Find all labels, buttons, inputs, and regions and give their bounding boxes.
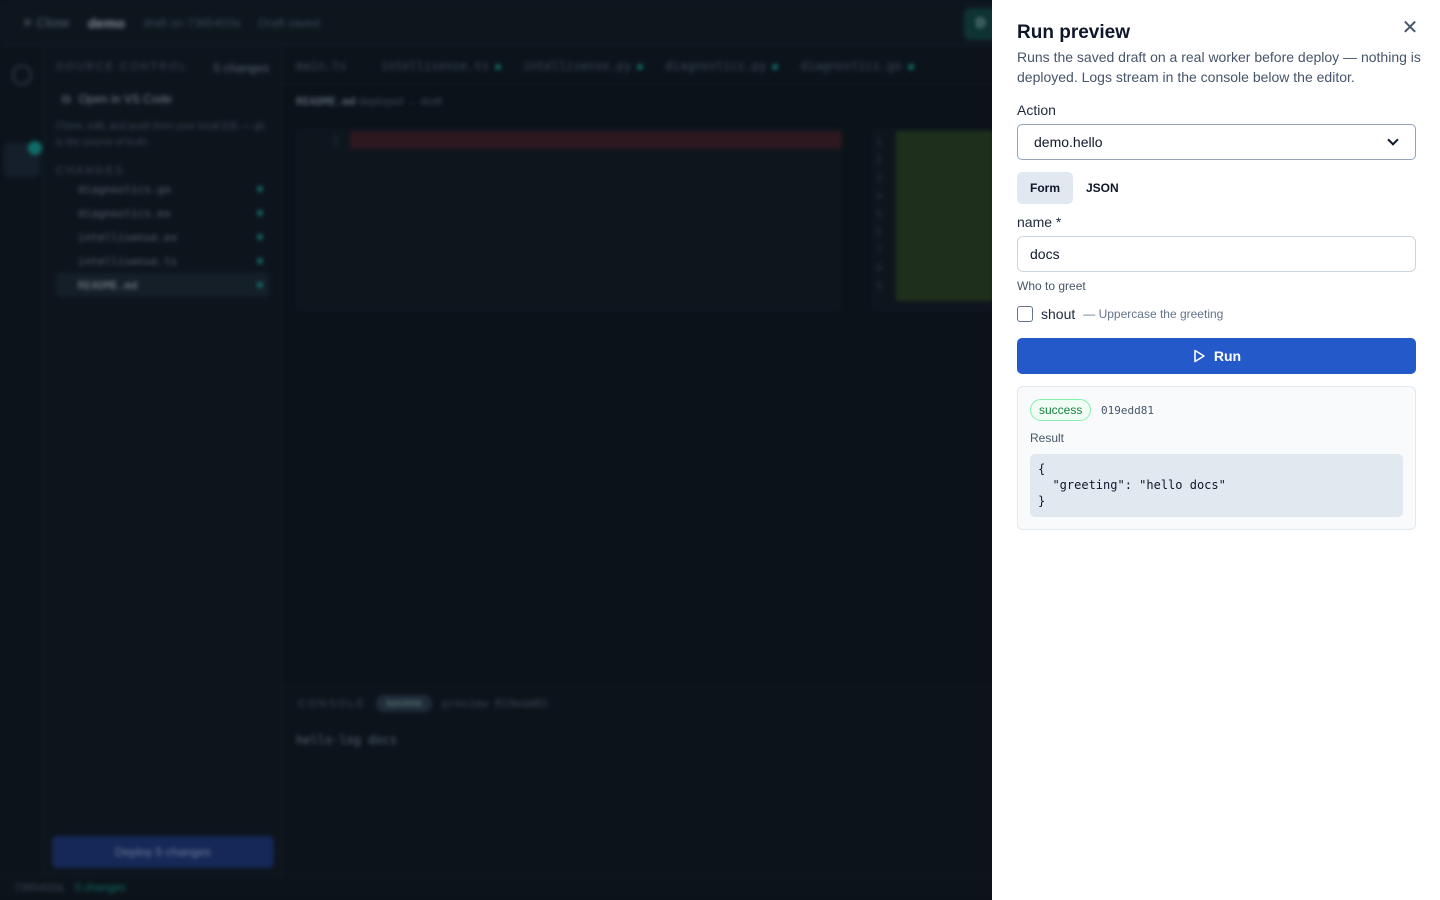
deploy-changes-button[interactable]: Deploy 5 changes — [52, 836, 274, 868]
close-icon[interactable]: ✕ — [1400, 18, 1420, 38]
line-number: 6 — [876, 227, 883, 238]
line-number: 1 — [876, 137, 883, 148]
file-name: intellisense.ts — [78, 254, 178, 268]
name-input[interactable]: docs — [1017, 236, 1416, 272]
modified-dot — [907, 63, 914, 70]
console-panel: CONSOLE success preview 019edd81 hello·l… — [282, 684, 1002, 875]
changes-count-dot — [28, 141, 42, 155]
chevron-down-icon — [1387, 134, 1399, 146]
tab-label: intellisense.py — [522, 58, 632, 73]
line-number: 8 — [876, 263, 883, 274]
tab-label: diagnostics.go — [800, 58, 902, 73]
project-name: demo — [87, 14, 126, 31]
saved-status: Draft saved — [258, 15, 320, 30]
branch-commit: 7365403a — [14, 882, 63, 894]
changed-file-selected[interactable]: README.md — [56, 273, 269, 297]
play-icon — [1194, 349, 1205, 363]
line-number: 7 — [876, 245, 883, 256]
open-vscode-label: Open in VS Code — [78, 92, 172, 106]
shout-option: shout — Uppercase the greeting — [1017, 306, 1223, 322]
drawer-description: Runs the saved draft on a real worker be… — [1017, 49, 1421, 85]
modified-dot — [772, 63, 779, 70]
result-card: success 019edd81 Result { "greeting": "h… — [1017, 386, 1416, 530]
name-field-label: name * — [1017, 214, 1062, 230]
line-numbers: 1 2 3 4 5 6 7 8 9 — [876, 134, 882, 296]
modified-dot — [257, 234, 263, 240]
added-lines — [896, 131, 994, 301]
modified-dot — [257, 258, 263, 264]
editor-tab[interactable]: intellisense.py — [509, 59, 651, 73]
editor-tab[interactable]: diagnostics.go — [786, 59, 921, 73]
breadcrumb-meta: deployed → draft — [358, 96, 443, 108]
changed-file[interactable]: diagnostics.go — [56, 177, 269, 201]
shout-description: — Uppercase the greeting — [1083, 307, 1224, 321]
tab-form[interactable]: Form — [1017, 172, 1073, 204]
modified-dot — [494, 63, 501, 70]
changes-header: CHANGES — [56, 165, 125, 177]
ide-hint: Clone, edit, and push from your local ID… — [56, 121, 265, 148]
line-number: 2 — [876, 155, 883, 166]
status-changes: 5 changes — [74, 882, 126, 894]
changed-file[interactable]: diagnostics.ex — [56, 201, 269, 225]
line-number: 4 — [876, 191, 883, 202]
console-run-ref: preview 019edd81 — [441, 697, 548, 710]
activity-bar — [0, 47, 44, 875]
open-in-vscode-link[interactable]: ⧉ Open in VS Code — [56, 87, 269, 111]
draft-info: draft on 7365403a — [143, 15, 241, 30]
diff-editor-modified[interactable]: 1 2 3 4 5 6 7 8 9 — [872, 128, 994, 312]
run-label: Run — [1213, 348, 1242, 364]
editor-tab[interactable]: main.ts — [282, 59, 367, 73]
console-log-line: hello·log docs — [296, 733, 398, 747]
modified-dot — [257, 210, 263, 216]
modified-dot — [257, 282, 263, 288]
source-control-panel: SOURCE CONTROL 5 changes ⧉ Open in VS Code… — [44, 47, 282, 875]
tab-json[interactable]: JSON — [1073, 172, 1132, 204]
line-number: 5 — [876, 209, 883, 220]
breadcrumb: README.md deployed → draft — [296, 95, 442, 108]
tab-label: diagnostics.py — [665, 58, 767, 73]
file-name: intellisense.ex — [78, 230, 178, 244]
line-number: 3 — [876, 173, 883, 184]
close-editor-button[interactable]: ✕ Close — [22, 15, 70, 31]
modified-dot — [637, 63, 644, 70]
result-json: { "greeting": "hello docs" } — [1030, 454, 1403, 517]
external-link-icon: ⧉ — [62, 91, 71, 106]
drawer-title: Run preview — [1017, 22, 1130, 43]
diff-editor-original[interactable]: 1 — [296, 128, 842, 312]
console-status-badge: success — [375, 695, 432, 712]
explorer-icon[interactable] — [12, 65, 32, 85]
panel-header: SOURCE CONTROL — [56, 61, 188, 73]
run-preview-drawer: Run preview ✕ Runs the saved draft on a … — [992, 0, 1440, 900]
editor-tab[interactable]: intellisense.ts — [367, 59, 509, 73]
changes-count: 5 changes — [213, 61, 269, 75]
line-number: 9 — [876, 281, 883, 292]
changed-file[interactable]: intellisense.ts — [56, 249, 269, 273]
shout-label: shout — [1041, 306, 1076, 322]
line-number: 1 — [332, 134, 339, 147]
run-button[interactable]: Run — [1017, 338, 1416, 374]
editor-tabs: main.ts intellisense.ts intellisense.py … — [282, 47, 1002, 85]
status-badge: success — [1030, 399, 1092, 421]
action-label: Action — [1017, 102, 1056, 118]
action-select-value: demo.hello — [1034, 134, 1103, 150]
deleted-line — [350, 131, 842, 149]
run-id: 019edd81 — [1101, 404, 1154, 417]
file-name: diagnostics.go — [78, 182, 171, 196]
name-field-help: Who to greet — [1017, 279, 1086, 293]
action-select[interactable]: demo.hello — [1017, 124, 1416, 160]
console-title: CONSOLE — [298, 697, 366, 710]
breadcrumb-file: README.md — [296, 95, 356, 108]
file-name: README.md — [78, 278, 138, 292]
result-label: Result — [1030, 431, 1065, 445]
editor-tab[interactable]: diagnostics.py — [651, 59, 786, 73]
file-name: diagnostics.ex — [78, 206, 171, 220]
changed-file[interactable]: intellisense.ex — [56, 225, 269, 249]
status-bar: 7365403a 5 changes — [0, 875, 1002, 900]
shout-checkbox[interactable] — [1017, 306, 1033, 322]
modified-dot — [257, 186, 263, 192]
tab-label: intellisense.ts — [380, 58, 489, 73]
